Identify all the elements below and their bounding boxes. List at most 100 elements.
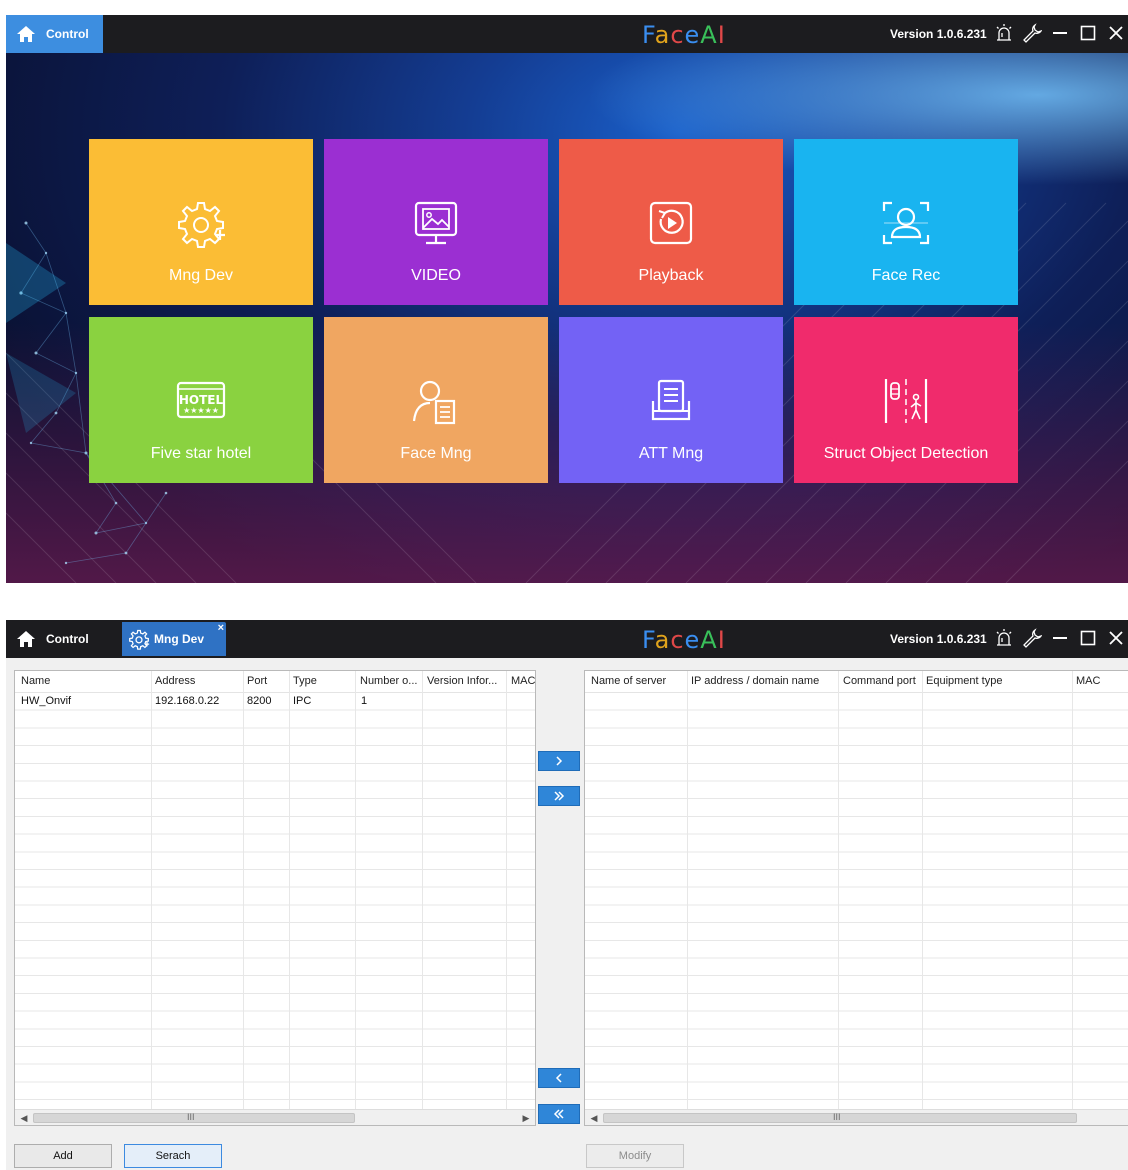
- tile-label: Struct Object Detection: [823, 445, 989, 462]
- tile-five-star-hotel[interactable]: HOTEL ★★★★★ Five star hotel: [89, 317, 313, 483]
- device-list-grid[interactable]: Name of server IP address / domain name …: [584, 670, 1128, 1126]
- tile-mng-dev[interactable]: Mng Dev: [89, 139, 313, 305]
- scroll-left-icon[interactable]: ◀: [17, 1111, 31, 1125]
- close-icon[interactable]: [1104, 626, 1128, 650]
- column-header-command-port[interactable]: Command port: [843, 675, 923, 687]
- column-header-mac[interactable]: MAC: [1076, 675, 1126, 687]
- cell-type: IPC: [293, 695, 312, 707]
- chevron-right-icon: [556, 756, 563, 766]
- modify-button[interactable]: Modify: [586, 1144, 684, 1168]
- maximize-icon[interactable]: [1076, 626, 1100, 650]
- settings-wrench-icon[interactable]: [1020, 626, 1044, 650]
- svg-text:★★★★★: ★★★★★: [183, 406, 219, 415]
- main-window: Control FaceAI Version 1.0.6.231 Mng Dev…: [6, 15, 1128, 583]
- horizontal-scrollbar[interactable]: ◀ III: [585, 1109, 1128, 1125]
- tile-att-mng[interactable]: ATT Mng: [559, 317, 783, 483]
- attendance-printer-icon: [643, 373, 699, 429]
- tile-face-mng[interactable]: Face Mng: [324, 317, 548, 483]
- column-header-name[interactable]: Name: [21, 675, 141, 687]
- tile-playback[interactable]: Playback: [559, 139, 783, 305]
- mng-dev-content: Name Address Port Type Number o... Versi…: [6, 658, 1128, 1170]
- close-icon[interactable]: [1104, 21, 1128, 45]
- minimize-icon[interactable]: [1048, 21, 1072, 45]
- cell-number: 1: [361, 695, 368, 707]
- tile-label: Face Rec: [871, 267, 941, 284]
- gear-plus-icon: [173, 195, 229, 251]
- cell-port: 8200: [247, 695, 272, 707]
- dashboard-background: Mng Dev VIDEO Playback Face Rec HOTEL ★★…: [6, 53, 1128, 583]
- scroll-thumb[interactable]: III: [603, 1112, 1077, 1123]
- home-icon: [17, 26, 35, 42]
- column-header-equipment-type[interactable]: Equipment type: [926, 675, 1066, 687]
- person-document-icon: [408, 373, 464, 429]
- monitor-image-icon: [408, 195, 464, 251]
- app-brand: FaceAI: [642, 626, 726, 654]
- scroll-left-icon[interactable]: ◀: [587, 1111, 601, 1125]
- double-chevron-left-icon: [553, 1109, 564, 1119]
- tab-mng-dev[interactable]: Mng Dev ×: [122, 622, 226, 656]
- tile-label: VIDEO: [411, 267, 461, 284]
- tile-label: Five star hotel: [150, 445, 252, 462]
- tab-close-icon[interactable]: ×: [218, 622, 224, 634]
- column-header-mac[interactable]: MAC: [511, 675, 535, 687]
- settings-wrench-icon[interactable]: [1020, 21, 1044, 45]
- chevron-left-icon: [555, 1073, 562, 1083]
- playback-icon: [643, 195, 699, 251]
- grid-rows: [585, 693, 1128, 1109]
- tile-video[interactable]: VIDEO: [324, 139, 548, 305]
- version-label: Version 1.0.6.231: [890, 632, 987, 646]
- grid-header: Name of server IP address / domain name …: [585, 671, 1128, 693]
- move-selected-right-button[interactable]: [538, 751, 580, 771]
- alarm-icon[interactable]: [992, 21, 1016, 45]
- alarm-icon[interactable]: [992, 626, 1016, 650]
- horizontal-scrollbar[interactable]: ◀ III ▶: [15, 1109, 535, 1125]
- maximize-icon[interactable]: [1076, 21, 1100, 45]
- object-detection-icon: [878, 373, 934, 429]
- column-header-version[interactable]: Version Infor...: [427, 675, 503, 687]
- column-header-server-name[interactable]: Name of server: [591, 675, 683, 687]
- control-tab[interactable]: Control: [6, 620, 103, 658]
- scroll-right-icon[interactable]: ▶: [519, 1111, 533, 1125]
- table-row[interactable]: HW_Onvif 192.168.0.22 8200 IPC 1: [15, 693, 535, 710]
- cell-address: 192.168.0.22: [155, 695, 220, 707]
- face-scan-icon: [878, 195, 934, 251]
- tile-label: Mng Dev: [168, 267, 234, 284]
- column-header-ip-address[interactable]: IP address / domain name: [691, 675, 839, 687]
- title-bar: Control Mng Dev × FaceAI Version 1.0.6.2…: [6, 620, 1128, 658]
- scroll-thumb[interactable]: III: [33, 1112, 355, 1123]
- minimize-icon[interactable]: [1048, 626, 1072, 650]
- tile-face-rec[interactable]: Face Rec: [794, 139, 1018, 305]
- tile-label: Playback: [638, 267, 704, 284]
- double-chevron-right-icon: [554, 791, 565, 801]
- module-tiles: Mng Dev VIDEO Playback Face Rec HOTEL ★★…: [89, 139, 1021, 483]
- move-all-right-button[interactable]: [538, 786, 580, 806]
- grid-rows: [15, 693, 535, 1109]
- control-tab-label: Control: [46, 27, 89, 41]
- app-brand: FaceAI: [642, 21, 726, 49]
- window-controls: [992, 626, 1128, 650]
- tile-struct-object-detection[interactable]: Struct Object Detection: [794, 317, 1018, 483]
- add-button[interactable]: Add: [14, 1144, 112, 1168]
- cell-name: HW_Onvif: [21, 695, 72, 707]
- move-all-left-button[interactable]: [538, 1104, 580, 1124]
- move-selected-left-button[interactable]: [538, 1068, 580, 1088]
- grid-header: Name Address Port Type Number o... Versi…: [15, 671, 535, 693]
- tile-label: ATT Mng: [638, 445, 704, 462]
- window-controls: [992, 21, 1128, 45]
- gear-plus-icon: [129, 629, 150, 650]
- tab-label: Mng Dev: [154, 632, 205, 646]
- mng-dev-window: Control Mng Dev × FaceAI Version 1.0.6.2…: [6, 620, 1128, 1170]
- tile-label: Face Mng: [400, 445, 472, 462]
- column-header-address[interactable]: Address: [155, 675, 235, 687]
- version-label: Version 1.0.6.231: [890, 27, 987, 41]
- svg-text:HOTEL: HOTEL: [179, 393, 224, 407]
- hotel-sign-icon: HOTEL ★★★★★: [173, 373, 229, 429]
- column-header-type[interactable]: Type: [293, 675, 347, 687]
- search-button[interactable]: Serach: [124, 1144, 222, 1168]
- column-header-number[interactable]: Number o...: [360, 675, 422, 687]
- title-bar: Control FaceAI Version 1.0.6.231: [6, 15, 1128, 53]
- control-tab[interactable]: Control: [6, 15, 103, 53]
- device-search-grid[interactable]: Name Address Port Type Number o... Versi…: [14, 670, 536, 1126]
- control-tab-label: Control: [46, 632, 89, 646]
- column-header-port[interactable]: Port: [247, 675, 283, 687]
